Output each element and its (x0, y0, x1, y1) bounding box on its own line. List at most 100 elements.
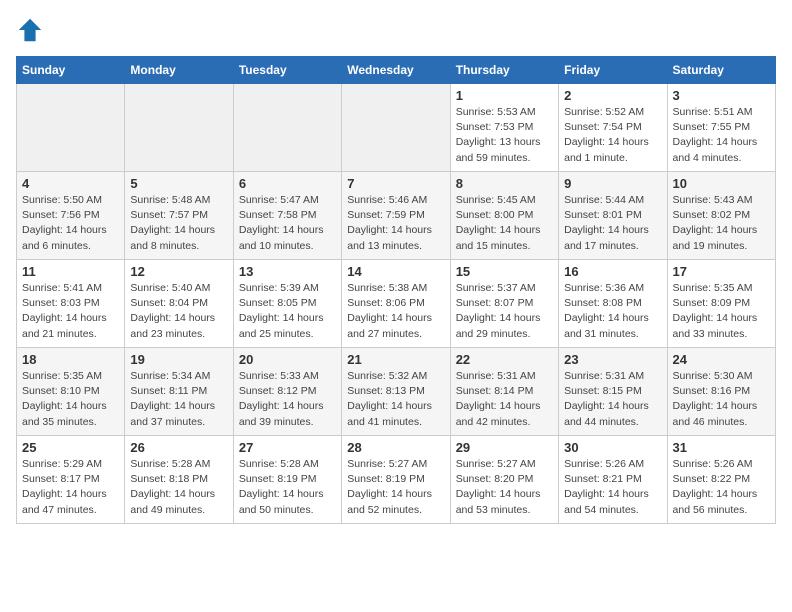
day-detail: Sunrise: 5:26 AMSunset: 8:21 PMDaylight:… (564, 457, 661, 518)
calendar-cell: 25Sunrise: 5:29 AMSunset: 8:17 PMDayligh… (17, 436, 125, 524)
day-number: 7 (347, 176, 444, 191)
day-detail: Sunrise: 5:28 AMSunset: 8:18 PMDaylight:… (130, 457, 227, 518)
calendar-cell: 2 Sunrise: 5:52 AMSunset: 7:54 PMDaylight… (559, 84, 667, 172)
day-detail: Sunrise: 5:33 AMSunset: 8:12 PMDaylight:… (239, 369, 336, 430)
day-number: 29 (456, 440, 553, 455)
day-detail: Sunrise: 5:45 AMSunset: 8:00 PMDaylight:… (456, 193, 553, 254)
day-detail: Sunrise: 5:31 AMSunset: 8:14 PMDaylight:… (456, 369, 553, 430)
day-number: 1 (456, 88, 553, 103)
calendar-cell: 20 Sunrise: 5:33 AMSunset: 8:12 PMDayligh… (233, 348, 341, 436)
day-detail: Sunrise: 5:52 AMSunset: 7:54 PMDaylight:… (564, 105, 661, 166)
day-detail: Sunrise: 5:34 AMSunset: 8:11 PMDaylight:… (130, 369, 227, 430)
day-number: 27 (239, 440, 336, 455)
day-number: 9 (564, 176, 661, 191)
day-number: 28 (347, 440, 444, 455)
day-number: 30 (564, 440, 661, 455)
logo (16, 16, 48, 44)
day-detail: Sunrise: 5:37 AMSunset: 8:07 PMDaylight:… (456, 281, 553, 342)
day-detail: Sunrise: 5:39 AMSunset: 8:05 PMDaylight:… (239, 281, 336, 342)
day-number: 12 (130, 264, 227, 279)
day-detail: Sunrise: 5:38 AMSunset: 8:06 PMDaylight:… (347, 281, 444, 342)
day-number: 25 (22, 440, 119, 455)
day-detail: Sunrise: 5:46 AMSunset: 7:59 PMDaylight:… (347, 193, 444, 254)
calendar-week-row: 18Sunrise: 5:35 AMSunset: 8:10 PMDayligh… (17, 348, 776, 436)
day-number: 15 (456, 264, 553, 279)
day-number: 21 (347, 352, 444, 367)
calendar-week-row: 11Sunrise: 5:41 AMSunset: 8:03 PMDayligh… (17, 260, 776, 348)
day-detail: Sunrise: 5:51 AMSunset: 7:55 PMDaylight:… (673, 105, 770, 166)
calendar-cell: 11Sunrise: 5:41 AMSunset: 8:03 PMDayligh… (17, 260, 125, 348)
day-header-monday: Monday (125, 57, 233, 84)
day-header-saturday: Saturday (667, 57, 775, 84)
day-detail: Sunrise: 5:48 AMSunset: 7:57 PMDaylight:… (130, 193, 227, 254)
day-detail: Sunrise: 5:40 AMSunset: 8:04 PMDaylight:… (130, 281, 227, 342)
calendar-cell: 5 Sunrise: 5:48 AMSunset: 7:57 PMDaylight… (125, 172, 233, 260)
day-detail: Sunrise: 5:30 AMSunset: 8:16 PMDaylight:… (673, 369, 770, 430)
calendar-cell: 28 Sunrise: 5:27 AMSunset: 8:19 PMDayligh… (342, 436, 450, 524)
day-detail: Sunrise: 5:27 AMSunset: 8:20 PMDaylight:… (456, 457, 553, 518)
calendar-cell: 26 Sunrise: 5:28 AMSunset: 8:18 PMDayligh… (125, 436, 233, 524)
day-detail: Sunrise: 5:35 AMSunset: 8:10 PMDaylight:… (22, 369, 119, 430)
day-detail: Sunrise: 5:43 AMSunset: 8:02 PMDaylight:… (673, 193, 770, 254)
day-detail: Sunrise: 5:44 AMSunset: 8:01 PMDaylight:… (564, 193, 661, 254)
calendar-cell: 4Sunrise: 5:50 AMSunset: 7:56 PMDaylight… (17, 172, 125, 260)
calendar-cell: 18Sunrise: 5:35 AMSunset: 8:10 PMDayligh… (17, 348, 125, 436)
logo-icon (16, 16, 44, 44)
day-detail: Sunrise: 5:32 AMSunset: 8:13 PMDaylight:… (347, 369, 444, 430)
day-header-tuesday: Tuesday (233, 57, 341, 84)
day-header-thursday: Thursday (450, 57, 558, 84)
calendar-cell (342, 84, 450, 172)
day-detail: Sunrise: 5:53 AMSunset: 7:53 PMDaylight:… (456, 105, 553, 166)
day-number: 20 (239, 352, 336, 367)
calendar-cell (125, 84, 233, 172)
calendar-header-row: SundayMondayTuesdayWednesdayThursdayFrid… (17, 57, 776, 84)
calendar-cell (233, 84, 341, 172)
calendar-cell: 9 Sunrise: 5:44 AMSunset: 8:01 PMDaylight… (559, 172, 667, 260)
calendar-cell: 31 Sunrise: 5:26 AMSunset: 8:22 PMDayligh… (667, 436, 775, 524)
day-number: 5 (130, 176, 227, 191)
day-detail: Sunrise: 5:26 AMSunset: 8:22 PMDaylight:… (673, 457, 770, 518)
calendar-cell: 1 Sunrise: 5:53 AMSunset: 7:53 PMDaylight… (450, 84, 558, 172)
day-header-wednesday: Wednesday (342, 57, 450, 84)
day-detail: Sunrise: 5:28 AMSunset: 8:19 PMDaylight:… (239, 457, 336, 518)
day-number: 2 (564, 88, 661, 103)
calendar-cell: 16 Sunrise: 5:36 AMSunset: 8:08 PMDayligh… (559, 260, 667, 348)
calendar-cell: 6 Sunrise: 5:47 AMSunset: 7:58 PMDaylight… (233, 172, 341, 260)
day-number: 11 (22, 264, 119, 279)
day-detail: Sunrise: 5:27 AMSunset: 8:19 PMDaylight:… (347, 457, 444, 518)
day-number: 14 (347, 264, 444, 279)
calendar-cell: 13 Sunrise: 5:39 AMSunset: 8:05 PMDayligh… (233, 260, 341, 348)
calendar-cell: 7 Sunrise: 5:46 AMSunset: 7:59 PMDaylight… (342, 172, 450, 260)
day-number: 26 (130, 440, 227, 455)
day-number: 10 (673, 176, 770, 191)
calendar-cell: 3Sunrise: 5:51 AMSunset: 7:55 PMDaylight… (667, 84, 775, 172)
calendar-cell: 10 Sunrise: 5:43 AMSunset: 8:02 PMDayligh… (667, 172, 775, 260)
calendar-cell: 27 Sunrise: 5:28 AMSunset: 8:19 PMDayligh… (233, 436, 341, 524)
calendar-cell: 30 Sunrise: 5:26 AMSunset: 8:21 PMDayligh… (559, 436, 667, 524)
day-number: 16 (564, 264, 661, 279)
day-header-sunday: Sunday (17, 57, 125, 84)
day-number: 24 (673, 352, 770, 367)
day-detail: Sunrise: 5:50 AMSunset: 7:56 PMDaylight:… (22, 193, 119, 254)
calendar-cell: 14 Sunrise: 5:38 AMSunset: 8:06 PMDayligh… (342, 260, 450, 348)
calendar-cell (17, 84, 125, 172)
day-detail: Sunrise: 5:36 AMSunset: 8:08 PMDaylight:… (564, 281, 661, 342)
page-header (16, 16, 776, 44)
day-header-friday: Friday (559, 57, 667, 84)
calendar-cell: 29 Sunrise: 5:27 AMSunset: 8:20 PMDayligh… (450, 436, 558, 524)
day-number: 31 (673, 440, 770, 455)
calendar-cell: 17Sunrise: 5:35 AMSunset: 8:09 PMDayligh… (667, 260, 775, 348)
calendar-cell: 19Sunrise: 5:34 AMSunset: 8:11 PMDayligh… (125, 348, 233, 436)
day-detail: Sunrise: 5:31 AMSunset: 8:15 PMDaylight:… (564, 369, 661, 430)
day-number: 8 (456, 176, 553, 191)
calendar-week-row: 25Sunrise: 5:29 AMSunset: 8:17 PMDayligh… (17, 436, 776, 524)
calendar-week-row: 1 Sunrise: 5:53 AMSunset: 7:53 PMDaylight… (17, 84, 776, 172)
day-number: 13 (239, 264, 336, 279)
calendar-cell: 15 Sunrise: 5:37 AMSunset: 8:07 PMDayligh… (450, 260, 558, 348)
calendar-cell: 24 Sunrise: 5:30 AMSunset: 8:16 PMDayligh… (667, 348, 775, 436)
day-number: 6 (239, 176, 336, 191)
calendar-cell: 12 Sunrise: 5:40 AMSunset: 8:04 PMDayligh… (125, 260, 233, 348)
day-number: 23 (564, 352, 661, 367)
day-detail: Sunrise: 5:47 AMSunset: 7:58 PMDaylight:… (239, 193, 336, 254)
calendar-cell: 23 Sunrise: 5:31 AMSunset: 8:15 PMDayligh… (559, 348, 667, 436)
